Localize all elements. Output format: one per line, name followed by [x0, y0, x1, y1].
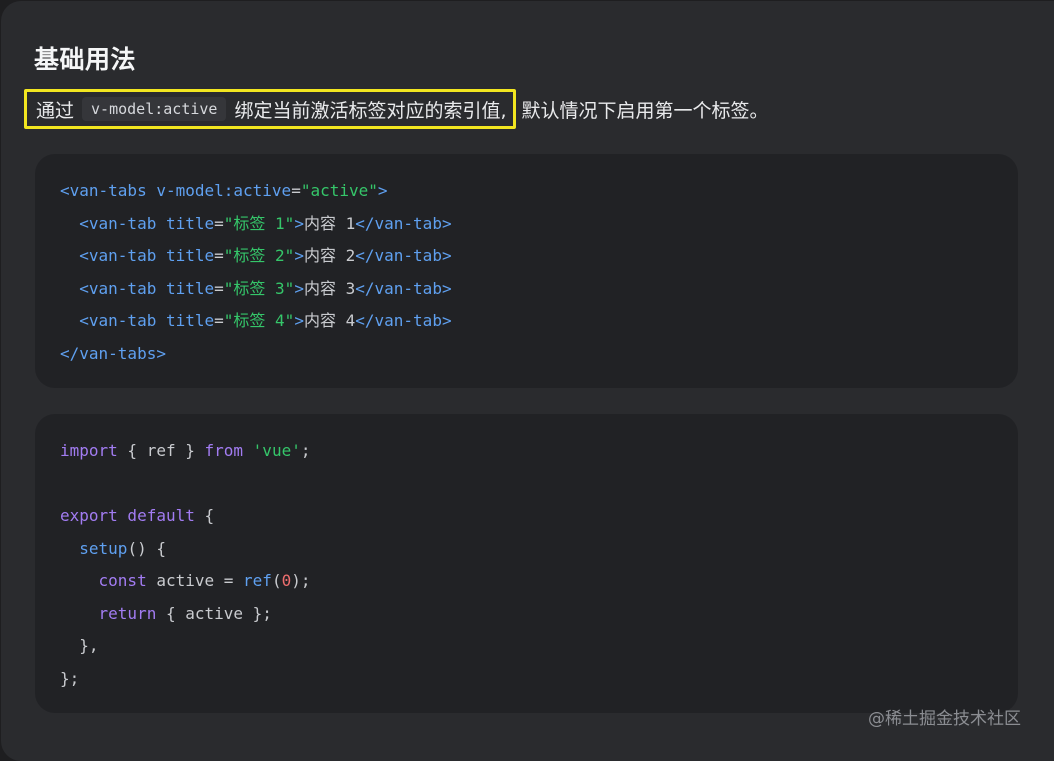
- code-token-tag: <van-tab: [79, 311, 166, 330]
- code-line: const active = ref(0);: [60, 565, 993, 598]
- code-token-function: setup: [79, 538, 128, 558]
- code-token-tag: </van-tab>: [355, 311, 452, 330]
- code-token-attr: v-model:active: [156, 181, 292, 200]
- code-token-punct: );: [291, 571, 311, 590]
- code-token-text: 内容 1: [303, 213, 356, 233]
- code-token-attr: title: [165, 246, 215, 265]
- code-line: <van-tab title="标签 3">内容 3</van-tab>: [60, 273, 993, 306]
- code-line: };: [60, 663, 993, 696]
- code-token-keyword: from: [204, 441, 244, 460]
- description: 通过 v-model:active 绑定当前激活标签对应的索引值, 默认情况下启…: [24, 89, 769, 129]
- code-token-string: "标签 2": [223, 246, 295, 265]
- code-token-keyword: import: [60, 441, 118, 460]
- code-token-keyword: const: [98, 571, 147, 590]
- code-token-text: {: [194, 506, 215, 525]
- code-line: <van-tab title="标签 2">内容 2</van-tab>: [60, 240, 993, 273]
- code-line: <van-tabs v-model:active="active">: [60, 175, 993, 208]
- code-token-tag: <van-tab: [79, 213, 166, 233]
- description-highlight-suffix: 绑定当前激活标签对应的索引值,: [234, 99, 507, 122]
- code-token-number: 0: [281, 571, 292, 590]
- code-token-tag: <van-tab: [79, 246, 166, 265]
- code-token-text: { active };: [156, 603, 272, 623]
- code-line: <van-tab title="标签 1">内容 1</van-tab>: [60, 208, 993, 241]
- template-code-block: <van-tabs v-model:active="active"> <van-…: [35, 154, 1018, 388]
- code-line: export default {: [60, 500, 993, 533]
- code-token-punct: },: [79, 636, 99, 655]
- code-token-tag: </van-tab>: [355, 246, 452, 265]
- code-token-tag: >: [294, 213, 304, 233]
- script-code-block: import { ref } from 'vue'; export defaul…: [35, 414, 1018, 713]
- code-token-attr: title: [165, 311, 215, 330]
- code-line: return { active };: [60, 598, 993, 631]
- code-token-text: () {: [127, 538, 166, 558]
- code-token-text: 内容 4: [303, 311, 356, 330]
- code-token-tag: <van-tab: [79, 278, 166, 298]
- section-title: 基础用法: [34, 45, 137, 74]
- code-token-string: "标签 1": [223, 213, 295, 233]
- code-token-function: ref: [243, 571, 272, 590]
- highlight-box: 通过 v-model:active 绑定当前激活标签对应的索引值,: [24, 89, 516, 129]
- description-prefix: 通过: [36, 99, 75, 122]
- code-token-eq: =: [214, 311, 224, 330]
- code-token-text: 内容 2: [303, 246, 356, 265]
- code-token-punct: ;: [300, 441, 311, 460]
- code-token-keyword: return: [98, 603, 157, 623]
- code-token-tag: >: [377, 181, 388, 200]
- watermark: @稀土掘金技术社区: [868, 709, 1021, 729]
- code-token-text: active =: [146, 571, 244, 590]
- description-rest: 默认情况下启用第一个标签。: [521, 99, 769, 122]
- inline-code-v-model: v-model:active: [82, 97, 227, 121]
- code-token-tag: <van-tabs: [60, 181, 157, 200]
- code-token-tag: </van-tabs>: [60, 343, 166, 363]
- code-token-attr: title: [165, 213, 215, 233]
- code-line: import { ref } from 'vue';: [60, 435, 993, 468]
- code-token-eq: =: [214, 278, 224, 298]
- code-token-eq: =: [291, 181, 301, 200]
- code-token-tag: </van-tab>: [355, 278, 452, 298]
- code-token-eq: =: [214, 246, 224, 265]
- code-line: setup() {: [60, 533, 993, 566]
- code-line: },: [60, 630, 993, 663]
- code-token-punct: };: [60, 668, 80, 688]
- code-token-tag: >: [294, 278, 304, 298]
- code-token-punct: (: [271, 571, 282, 590]
- code-token-tag: </van-tab>: [355, 213, 452, 233]
- code-token-tag: >: [294, 311, 304, 330]
- code-token-text: { ref }: [117, 441, 205, 460]
- code-line: </van-tabs>: [60, 338, 993, 371]
- code-token-eq: =: [214, 213, 224, 233]
- code-token-string: "active": [300, 181, 378, 200]
- code-token-string: "标签 3": [223, 278, 295, 298]
- code-token-string: "标签 4": [223, 311, 295, 330]
- code-token-keyword: export default: [60, 506, 195, 525]
- code-token-text: 内容 3: [303, 278, 356, 298]
- code-token-attr: title: [165, 278, 215, 298]
- code-token-string: 'vue': [252, 441, 301, 460]
- code-line: <van-tab title="标签 4">内容 4</van-tab>: [60, 305, 993, 338]
- code-token-tag: >: [294, 246, 304, 265]
